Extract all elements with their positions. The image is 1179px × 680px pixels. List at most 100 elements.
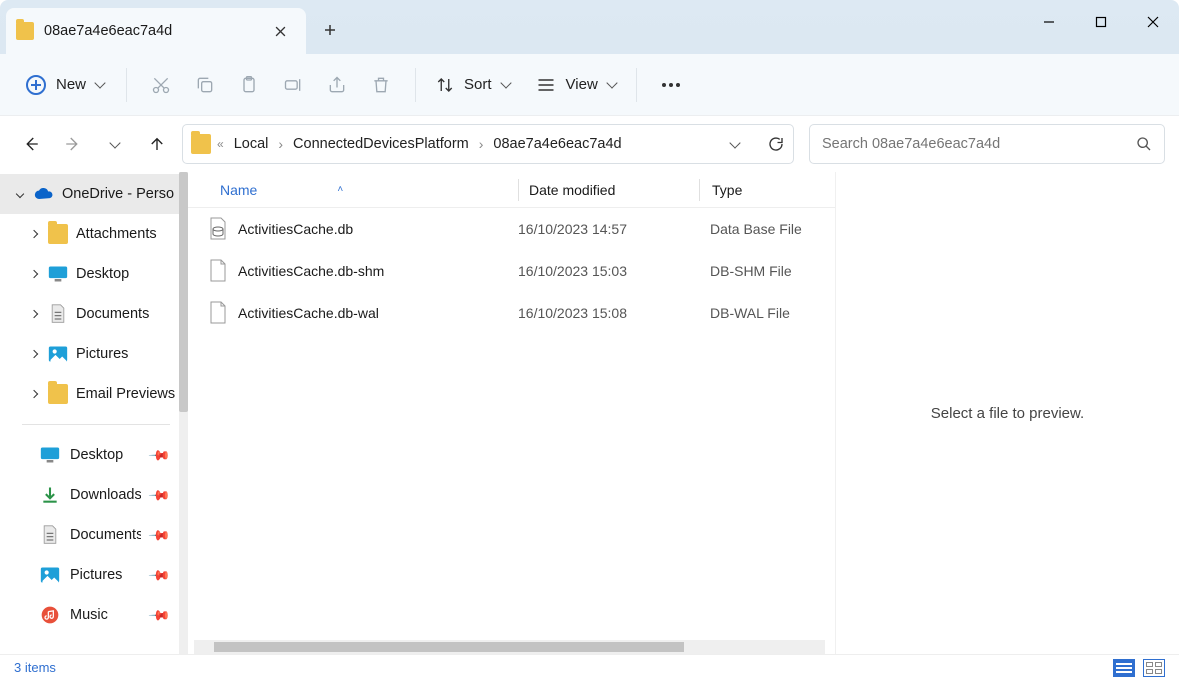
recent-locations-button[interactable]	[98, 127, 132, 161]
horizontal-scrollbar[interactable]	[194, 640, 825, 654]
breadcrumb-item[interactable]: Local	[230, 134, 273, 154]
new-button[interactable]: New	[18, 69, 112, 101]
content: Name ˄ Date modified Type ActivitiesCach…	[188, 172, 1179, 654]
file-row[interactable]: ActivitiesCache.db-shm 16/10/2023 15:03 …	[188, 250, 835, 292]
chevron-right-icon[interactable]	[28, 388, 40, 400]
pin-icon: 📌	[147, 523, 171, 547]
window-tab[interactable]: 08ae7a4e6eac7a4d	[6, 8, 306, 54]
sidebar-item[interactable]: Desktop	[0, 254, 188, 294]
file-name: ActivitiesCache.db-shm	[238, 263, 384, 279]
desktop-icon	[48, 264, 68, 284]
file-type: DB-SHM File	[698, 263, 835, 279]
quick-access-label: Documents	[70, 527, 141, 543]
overflow-chevrons[interactable]: «	[217, 137, 224, 151]
file-row[interactable]: ActivitiesCache.db 16/10/2023 14:57 Data…	[188, 208, 835, 250]
rename-button[interactable]	[273, 65, 313, 105]
chevron-right-icon[interactable]	[28, 308, 40, 320]
view-button[interactable]: View	[530, 72, 622, 98]
column-header-name[interactable]: Name ˄	[188, 182, 518, 198]
window-controls	[1023, 0, 1179, 44]
sidebar-item-label: Email Previews	[76, 386, 175, 402]
search-box[interactable]	[809, 124, 1165, 164]
quick-access-item[interactable]: Downloads 📌	[0, 475, 188, 515]
titlebar: 08ae7a4e6eac7a4d	[0, 0, 1179, 54]
sidebar-separator	[22, 424, 170, 425]
pin-icon: 📌	[147, 443, 171, 467]
quick-access-item[interactable]: Documents 📌	[0, 515, 188, 555]
sidebar-item-label: Documents	[76, 306, 149, 322]
file-date: 16/10/2023 14:57	[518, 221, 698, 237]
thumbnails-view-button[interactable]	[1143, 659, 1165, 677]
pin-icon: 📌	[147, 603, 171, 627]
more-button[interactable]	[651, 65, 691, 105]
file-name: ActivitiesCache.db-wal	[238, 305, 379, 321]
chevron-right-icon[interactable]	[28, 228, 40, 240]
music-icon	[40, 605, 60, 625]
sidebar-item-onedrive[interactable]: OneDrive - Perso	[0, 174, 188, 214]
refresh-button[interactable]	[767, 135, 785, 153]
chevron-down-icon	[109, 137, 120, 148]
sidebar-scrollbar[interactable]	[179, 172, 188, 654]
back-button[interactable]	[14, 127, 48, 161]
new-tab-button[interactable]	[310, 10, 350, 50]
breadcrumb-item[interactable]: ConnectedDevicesPlatform	[289, 134, 473, 154]
folder-icon	[48, 384, 68, 404]
item-count: 3 items	[14, 660, 56, 675]
toolbar-separator	[126, 68, 127, 102]
chevron-right-icon[interactable]	[28, 348, 40, 360]
chevron-right-icon[interactable]	[28, 268, 40, 280]
quick-access-label: Music	[70, 607, 108, 623]
paste-button[interactable]	[229, 65, 269, 105]
folder-icon	[48, 224, 68, 244]
column-header-type[interactable]: Type	[700, 182, 835, 198]
quick-access-item[interactable]: Pictures 📌	[0, 555, 188, 595]
sidebar-item[interactable]: Pictures	[0, 334, 188, 374]
maximize-button[interactable]	[1075, 0, 1127, 44]
minimize-button[interactable]	[1023, 0, 1075, 44]
view-icon	[536, 76, 556, 94]
file-type: Data Base File	[698, 221, 835, 237]
chevron-down-icon[interactable]	[14, 188, 26, 200]
search-input[interactable]	[822, 136, 1136, 152]
column-header-date[interactable]: Date modified	[519, 182, 699, 198]
file-icon	[208, 301, 228, 325]
column-headers: Name ˄ Date modified Type	[188, 172, 835, 208]
quick-access-item[interactable]: Desktop 📌	[0, 435, 188, 475]
cut-button[interactable]	[141, 65, 181, 105]
sidebar: OneDrive - Perso Attachments Desktop Doc…	[0, 172, 188, 654]
address-dropdown[interactable]	[729, 137, 740, 148]
sort-button[interactable]: Sort	[430, 72, 516, 98]
file-type: DB-WAL File	[698, 305, 835, 321]
file-date: 16/10/2023 15:03	[518, 263, 698, 279]
chevron-down-icon	[500, 77, 511, 88]
downloads-icon	[40, 485, 60, 505]
quick-access-item[interactable]: Music 📌	[0, 595, 188, 635]
file-name: ActivitiesCache.db	[238, 221, 353, 237]
chevron-right-icon[interactable]: ›	[278, 136, 283, 152]
tab-title: 08ae7a4e6eac7a4d	[44, 23, 266, 39]
onedrive-icon	[34, 184, 54, 204]
close-tab-button[interactable]	[266, 17, 294, 45]
sort-indicator-icon: ˄	[337, 184, 343, 195]
address-bar[interactable]: « Local › ConnectedDevicesPlatform › 08a…	[182, 124, 794, 164]
pictures-icon	[48, 344, 68, 364]
plus-circle-icon	[26, 75, 46, 95]
delete-button[interactable]	[361, 65, 401, 105]
chevron-right-icon[interactable]: ›	[479, 136, 484, 152]
quick-access-label: Desktop	[70, 447, 123, 463]
up-button[interactable]	[140, 127, 174, 161]
sidebar-item[interactable]: Attachments	[0, 214, 188, 254]
sidebar-item[interactable]: Email Previews	[0, 374, 188, 414]
copy-button[interactable]	[185, 65, 225, 105]
close-window-button[interactable]	[1127, 0, 1179, 44]
toolbar-separator	[636, 68, 637, 102]
db-file-icon	[208, 217, 228, 241]
documents-icon	[40, 525, 60, 545]
file-row[interactable]: ActivitiesCache.db-wal 16/10/2023 15:08 …	[188, 292, 835, 334]
details-view-button[interactable]	[1113, 659, 1135, 677]
share-button[interactable]	[317, 65, 357, 105]
forward-button[interactable]	[56, 127, 90, 161]
sidebar-item[interactable]: Documents	[0, 294, 188, 334]
folder-icon	[191, 134, 211, 154]
breadcrumb-item[interactable]: 08ae7a4e6eac7a4d	[489, 134, 625, 154]
